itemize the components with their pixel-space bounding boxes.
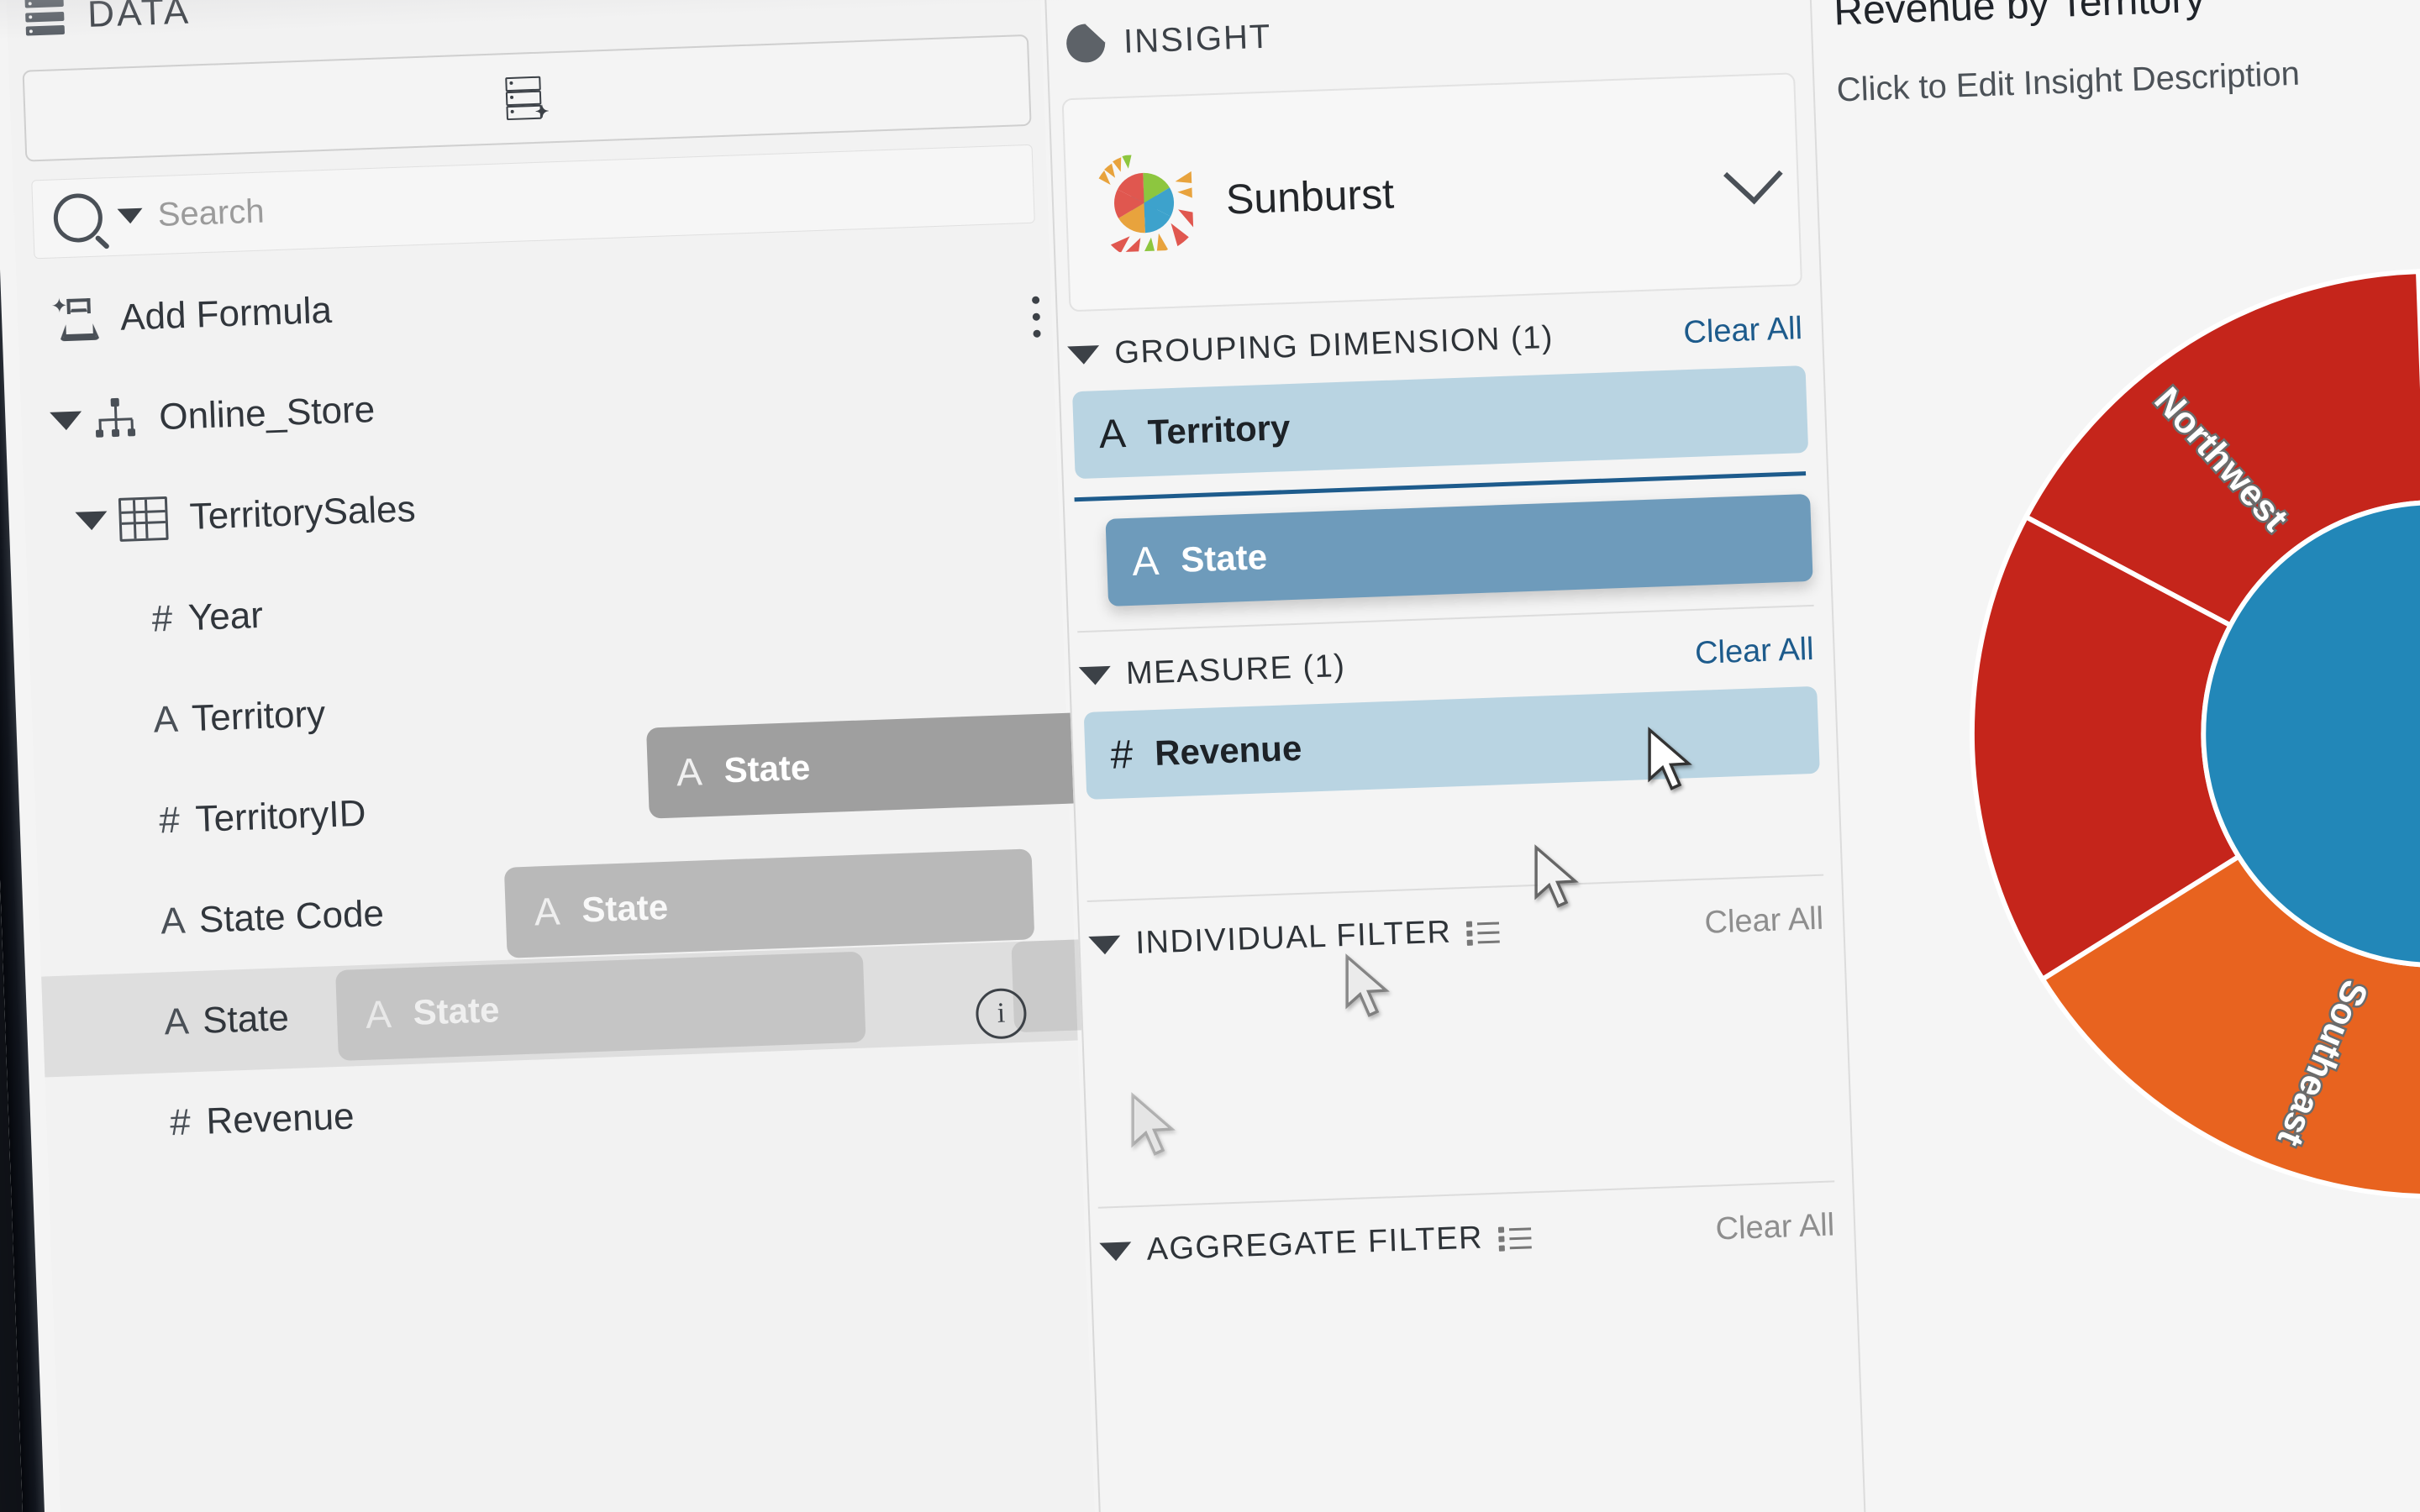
insight-panel-title: INSIGHT bbox=[1123, 18, 1273, 60]
grouping-pill-territory[interactable]: A Territory bbox=[1072, 365, 1809, 480]
section-header-grouping-dimension[interactable]: GROUPING DIMENSION (1) Clear All bbox=[1067, 310, 1820, 373]
section-divider bbox=[1077, 604, 1814, 633]
field-label: Territory bbox=[191, 693, 326, 739]
filter-list-icon[interactable] bbox=[1497, 1224, 1532, 1250]
data-panel-header: DATA bbox=[5, 0, 1040, 39]
clear-all-grouping[interactable]: Clear All bbox=[1683, 311, 1803, 351]
flask-icon: ✦ bbox=[50, 295, 99, 344]
tree-node-label: Online_Store bbox=[158, 388, 376, 438]
field-type-icon: A bbox=[676, 749, 703, 795]
section-label: MEASURE (1) bbox=[1125, 648, 1347, 692]
field-type-icon: A bbox=[160, 900, 187, 942]
drag-ghost-state-1: A State bbox=[335, 951, 866, 1062]
section-divider bbox=[1086, 874, 1824, 903]
field-label: Revenue bbox=[205, 1095, 355, 1142]
collapse-toggle-icon[interactable] bbox=[1078, 665, 1112, 685]
sunburst-thumbnail-icon bbox=[1098, 153, 1195, 253]
pie-chart-icon bbox=[1065, 23, 1107, 64]
collapse-toggle-icon[interactable] bbox=[1067, 344, 1100, 365]
screen-photo: DATA ✦ Search ✦ Add Formula Online_Store… bbox=[0, 0, 2420, 1512]
tree-node-label: TerritorySales bbox=[188, 488, 417, 538]
measure-pill-revenue[interactable]: # Revenue bbox=[1083, 685, 1820, 800]
field-type-icon: A bbox=[533, 889, 561, 934]
add-datasource-icon: ✦ bbox=[505, 76, 550, 121]
database-icon bbox=[24, 0, 66, 36]
hierarchy-icon bbox=[93, 397, 139, 441]
field-type-icon: A bbox=[163, 1000, 190, 1043]
kebab-menu-icon[interactable] bbox=[1031, 296, 1041, 338]
data-panel-title: DATA bbox=[87, 0, 192, 35]
sunburst-chart[interactable]: Southwest Southeast Northwest Territory bbox=[1922, 221, 2420, 1247]
field-type-icon: A bbox=[365, 991, 392, 1037]
search-icon bbox=[52, 192, 103, 244]
section-label: GROUPING DIMENSION (1) bbox=[1113, 319, 1555, 371]
chevron-down-icon[interactable] bbox=[1723, 144, 1783, 205]
drag-ghost-label: State bbox=[723, 747, 812, 790]
field-type-icon: # bbox=[169, 1101, 192, 1144]
field-type-icon: # bbox=[158, 799, 181, 842]
add-formula-label: Add Formula bbox=[119, 289, 333, 339]
add-datasource-button[interactable]: ✦ bbox=[22, 34, 1032, 162]
field-type-icon: A bbox=[1097, 411, 1127, 457]
field-label: State bbox=[202, 997, 290, 1042]
drag-ghost-state-3: A State bbox=[646, 711, 1127, 819]
clear-all-individual-filter[interactable]: Clear All bbox=[1704, 901, 1824, 942]
section-header-measure[interactable]: MEASURE (1) Clear All bbox=[1078, 631, 1831, 694]
field-type-icon: A bbox=[1131, 538, 1160, 585]
grouping-pill-state-dragging[interactable]: A State bbox=[1105, 493, 1813, 606]
field-type-icon: A bbox=[152, 698, 179, 741]
drag-ghost-state-2: A State bbox=[503, 848, 1035, 958]
clear-all-aggregate-filter[interactable]: Clear All bbox=[1715, 1207, 1835, 1247]
section-divider bbox=[1097, 1180, 1835, 1209]
collapse-toggle-icon[interactable] bbox=[1088, 935, 1121, 955]
drag-ghost-label: State bbox=[412, 990, 501, 1032]
application-window: DATA ✦ Search ✦ Add Formula Online_Store… bbox=[0, 0, 2420, 1512]
field-type-icon: # bbox=[1109, 732, 1134, 778]
sunburst-svg: Southwest Southeast Northwest Territory bbox=[1969, 268, 2420, 1200]
field-label: TerritoryID bbox=[194, 792, 367, 840]
clear-all-measure[interactable]: Clear All bbox=[1694, 632, 1814, 672]
expand-toggle-online-store[interactable] bbox=[38, 411, 94, 431]
field-label: Year bbox=[187, 594, 264, 639]
section-header-aggregate-filter[interactable]: AGGREGATE FILTER Clear All bbox=[1099, 1207, 1852, 1270]
insight-canvas: Revenue by Territory Click to Edit Insig… bbox=[1806, 0, 2420, 1512]
expand-toggle-territorysales[interactable] bbox=[63, 511, 119, 531]
chevron-down-icon[interactable] bbox=[117, 207, 144, 224]
insight-panel: INSIGHT Sunburst GROUPING DIMENSION (1) … bbox=[1042, 0, 1863, 1512]
pill-label: Territory bbox=[1146, 407, 1292, 453]
visualization-selector[interactable]: Sunburst bbox=[1061, 72, 1803, 312]
pill-label: State bbox=[1180, 537, 1268, 580]
field-label: State Code bbox=[197, 892, 385, 941]
collapse-toggle-icon[interactable] bbox=[1099, 1241, 1133, 1262]
pill-label: Revenue bbox=[1154, 727, 1302, 774]
field-type-icon: # bbox=[150, 597, 174, 640]
visualization-name: Sunburst bbox=[1224, 170, 1395, 223]
section-label: AGGREGATE FILTER bbox=[1145, 1220, 1484, 1268]
table-icon bbox=[118, 496, 169, 542]
insight-panel-header: INSIGHT bbox=[1044, 0, 1808, 64]
drag-ghost-label: State bbox=[581, 886, 669, 930]
filter-list-icon[interactable] bbox=[1466, 918, 1501, 944]
search-placeholder: Search bbox=[157, 192, 266, 234]
